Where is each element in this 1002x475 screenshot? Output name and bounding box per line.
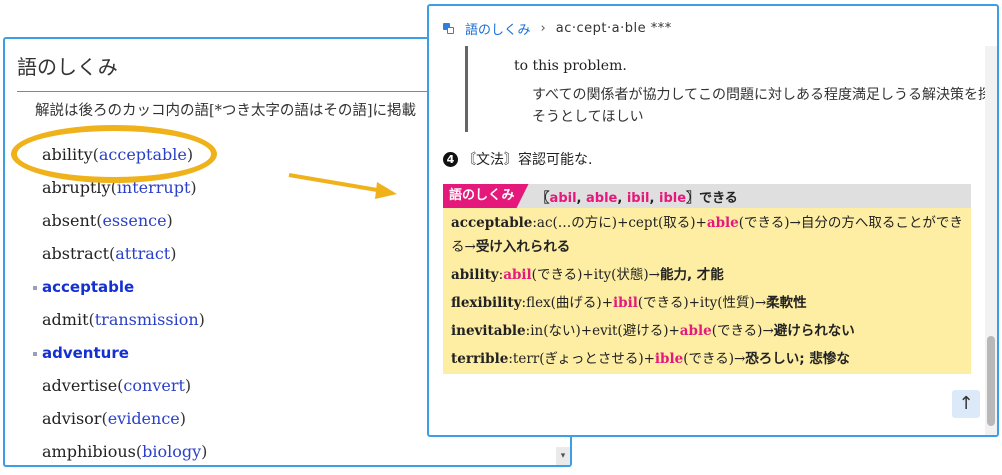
entry-meaning: 能力, 才能 — [659, 267, 724, 283]
entry-content: to this problem. すべての関係者が協力してこの問題に対しある程度… — [429, 46, 997, 435]
breadcrumb-current: ac·cept·a·ble *** — [555, 20, 672, 36]
breadcrumb-separator: › — [540, 20, 546, 36]
breadcrumb: 語のしくみ › ac·cept·a·ble *** — [443, 18, 672, 38]
entry-gloss: in(ない)+evit(避ける)+ — [530, 323, 680, 339]
roots-meaning: できる — [699, 190, 738, 206]
entry-gloss: (できる)→ — [683, 351, 746, 367]
pointer-arrow — [288, 173, 397, 199]
word-list-item[interactable]: admit(transmission) — [42, 308, 207, 341]
root-separator: , — [576, 190, 587, 206]
entry-gloss: (できる)+ity(状態)→ — [531, 267, 660, 283]
word-list-item[interactable]: acceptable — [33, 275, 207, 308]
word-label[interactable]: admit — [42, 310, 89, 329]
entry-word: flexibility — [451, 295, 522, 311]
entry-gloss: (できる)+ity(性質)→ — [637, 295, 767, 311]
scroll-top-button[interactable]: ↑ — [952, 390, 980, 418]
entry-gloss: (できる)→ — [711, 323, 774, 339]
sense-number: 4 — [443, 151, 458, 167]
entry-root: abil — [503, 267, 532, 283]
reference-link[interactable]: convert — [123, 376, 184, 395]
entry-word: ability — [451, 267, 499, 283]
paren-close: ) — [170, 244, 177, 263]
sense-text: 〘文法〙容認可能な. — [462, 152, 593, 168]
reference-link[interactable]: essence — [102, 211, 166, 230]
word-label[interactable]: abstract — [42, 244, 109, 263]
entry-word: terrible — [451, 351, 509, 367]
root-forms: 〖abil, able, ibil, ible〗できる — [537, 187, 738, 206]
copy-icon — [443, 22, 454, 34]
reference-link[interactable]: evidence — [108, 409, 180, 428]
example-block: to this problem. すべての関係者が協力してこの問題に対しある程度… — [465, 46, 992, 132]
example-english: to this problem. — [514, 58, 627, 74]
entry-root: able — [706, 215, 739, 231]
paren-close: ) — [166, 211, 173, 230]
root-form: ible — [659, 190, 687, 206]
reference-link[interactable]: biology — [142, 442, 201, 461]
paren-close: ) — [190, 178, 197, 197]
entry-meaning: 柔軟性 — [766, 295, 807, 311]
formation-entry: ability:abil(できる)+ity(状態)→能力, 才能 — [451, 263, 963, 287]
reference-link[interactable]: attract — [115, 244, 170, 263]
headword-marker — [33, 352, 37, 356]
breadcrumb-link[interactable]: 語のしくみ — [465, 19, 531, 38]
highlight-ellipse — [11, 125, 217, 183]
root-form: ibil — [626, 190, 650, 206]
formation-entry: inevitable:in(ない)+evit(避ける)+able(できる)→避け… — [451, 319, 963, 343]
root-separator: , — [617, 190, 627, 206]
headword-marker — [33, 286, 37, 290]
paren-close: ) — [201, 442, 208, 461]
roots-bracket-open: 〖 — [536, 190, 550, 206]
entry-gloss: ac(…の方に)+cept(取る)+ — [536, 215, 707, 231]
entry-meaning: 恐ろしい; 悲惨な — [745, 351, 850, 367]
root-form: abil — [549, 190, 577, 206]
word-list-item[interactable]: abstract(attract) — [42, 242, 207, 275]
paren-close: ) — [198, 310, 205, 329]
entry-gloss: flex(曲げる)+ — [526, 295, 614, 311]
box-header: 語のしくみ 〖abil, able, ibil, ible〗できる — [443, 184, 971, 208]
vertical-scrollbar[interactable] — [985, 46, 997, 435]
entry-root: able — [679, 323, 712, 339]
paren-close: ) — [179, 409, 187, 428]
word-label[interactable]: advertise — [42, 376, 117, 395]
word-label[interactable]: amphibious — [42, 442, 136, 461]
entry-root: ible — [654, 351, 684, 367]
word-list: ability(acceptable) abruptly(interrupt) ab… — [33, 143, 208, 465]
word-label[interactable]: advisor — [42, 409, 101, 428]
entry-word: inevitable — [451, 323, 526, 339]
sense-line: 4 〘文法〙容認可能な. — [443, 149, 592, 169]
paren-close: ) — [184, 376, 192, 395]
entry-meaning: 避けられない — [773, 323, 855, 339]
word-list-item[interactable]: amphibious(biology) — [42, 440, 208, 465]
word-list-item[interactable]: advisor(evidence) — [42, 407, 207, 440]
box-entries: acceptable:ac(…の方に)+cept(取る)+able(できる)→自… — [443, 208, 971, 371]
box-tag: 語のしくみ — [443, 184, 529, 208]
word-list-item[interactable]: adventure — [33, 341, 207, 374]
word-label[interactable]: adventure — [42, 344, 129, 362]
root-form: able — [586, 190, 618, 206]
word-list-item[interactable]: absent(essence) — [42, 209, 207, 242]
word-label[interactable]: acceptable — [42, 278, 134, 296]
word-formation-box: 語のしくみ 〖abil, able, ibil, ible〗できる accept… — [443, 184, 971, 374]
scrollbar-thumb[interactable] — [987, 336, 995, 426]
entry-root: ibil — [613, 295, 638, 311]
formation-entry: terrible:terr(ぎょっとさせる)+ible(できる)→恐ろしい; 悲… — [451, 347, 963, 371]
entry-panel: 語のしくみ › ac·cept·a·ble *** to this proble… — [427, 4, 999, 437]
formation-entry: acceptable:ac(…の方に)+cept(取る)+able(できる)→自… — [451, 211, 963, 259]
formation-entry: flexibility:flex(曲げる)+ibil(できる)+ity(性質)→… — [451, 291, 963, 315]
example-japanese: すべての関係者が協力してこの問題に対しある程度満足しうる解決策を探そうとしてほし… — [532, 87, 993, 125]
scroll-down-arrow[interactable]: ▾ — [556, 447, 570, 465]
word-label[interactable]: absent — [42, 211, 96, 230]
reference-link[interactable]: transmission — [95, 310, 199, 329]
panel-title: 語のしくみ — [17, 55, 118, 79]
entry-meaning: 受け入れられる — [475, 239, 571, 255]
root-separator: , — [649, 190, 659, 206]
panel-description: 解説は後ろのカッコ内の語[*つき太字の語はその語]に掲載 — [35, 103, 417, 119]
entry-gloss: terr(ぎょっとさせる)+ — [512, 351, 655, 367]
word-list-item[interactable]: advertise(convert) — [42, 374, 207, 407]
entry-word: acceptable — [451, 215, 533, 231]
roots-bracket-close: 〗 — [686, 190, 700, 206]
